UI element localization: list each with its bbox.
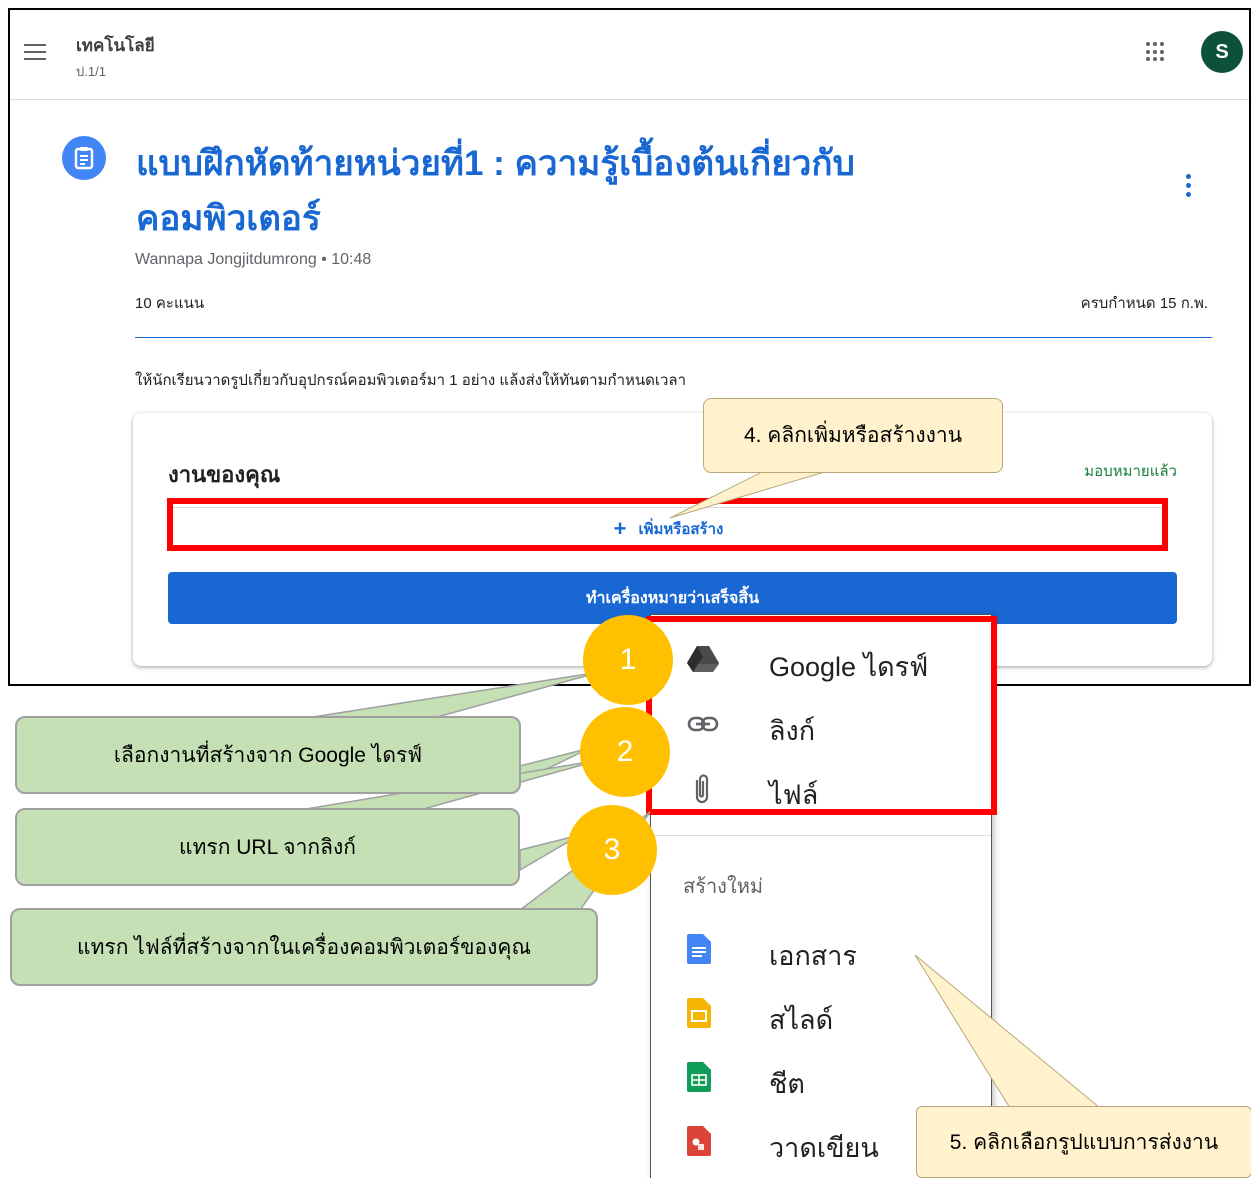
instructions: ให้นักเรียนวาดรูปเกี่ยวกับอุปกรณ์คอมพิวเ…: [135, 372, 687, 389]
menu-item-label: สไลด์: [769, 1005, 834, 1035]
assignment-icon: [62, 136, 106, 180]
class-title[interactable]: เทคโนโลยี: [76, 32, 155, 59]
status-badge: มอบหมายแล้ว: [1084, 463, 1177, 480]
assignment-title: แบบฝึกหัดท้ายหน่วยที่1 : ความรู้เบื้องต้…: [136, 144, 855, 238]
menu-item-label: ชีต: [769, 1069, 805, 1099]
menu-item-label: เอกสาร: [769, 941, 857, 971]
classroom-screenshot: เทคโนโลยี ป.1/1 S แบบฝึกหัดท้ายหน่วยที่1…: [8, 8, 1251, 686]
menu-item-docs[interactable]: เอกสาร: [651, 920, 991, 980]
sheets-icon: [687, 1062, 717, 1092]
callout-link-url: แทรก URL จากลิงก์: [15, 808, 520, 886]
menu-icon[interactable]: [24, 44, 46, 60]
apps-grid-icon[interactable]: [1146, 42, 1166, 62]
more-options-icon[interactable]: [1186, 174, 1192, 200]
your-work-title: งานของคุณ: [168, 462, 281, 487]
step-number-1: 1: [583, 615, 673, 705]
menu-item-label: วาดเขียน: [769, 1133, 879, 1163]
class-section: ป.1/1: [76, 64, 106, 79]
step-number-3: 3: [567, 805, 657, 895]
author-time: Wannapa Jongjitdumrong • 10:48: [135, 251, 372, 268]
drawings-icon: [687, 1126, 717, 1156]
callout-file: แทรก ไฟล์ที่สร้างจากในเครื่องคอมพิวเตอร์…: [10, 908, 598, 986]
avatar[interactable]: S: [1201, 31, 1243, 73]
highlight-upload-options: [646, 616, 997, 815]
callout-google-drive: เลือกงานที่สร้างจาก Google ไดรฟ์: [15, 716, 521, 794]
highlight-add-button: [167, 498, 1168, 551]
divider: [135, 337, 1212, 338]
due-date: ครบกำหนด 15 ก.พ.: [1080, 295, 1208, 312]
slides-icon: [687, 998, 717, 1028]
callout-add-or-create: 4. คลิกเพิ่มหรือสร้างงาน: [703, 398, 1003, 473]
menu-divider: [651, 835, 991, 836]
step-number-2: 2: [580, 707, 670, 797]
docs-icon: [687, 934, 717, 964]
menu-item-sheets[interactable]: ชีต: [651, 1048, 991, 1108]
top-app-bar: เทคโนโลยี ป.1/1 S: [10, 10, 1249, 100]
menu-item-slides[interactable]: สไลด์: [651, 984, 991, 1044]
points: 10 คะแนน: [135, 295, 205, 312]
create-new-header: สร้างใหม่: [683, 876, 764, 898]
callout-submission-format: 5. คลิกเลือกรูปแบบการส่งงาน: [916, 1106, 1251, 1178]
